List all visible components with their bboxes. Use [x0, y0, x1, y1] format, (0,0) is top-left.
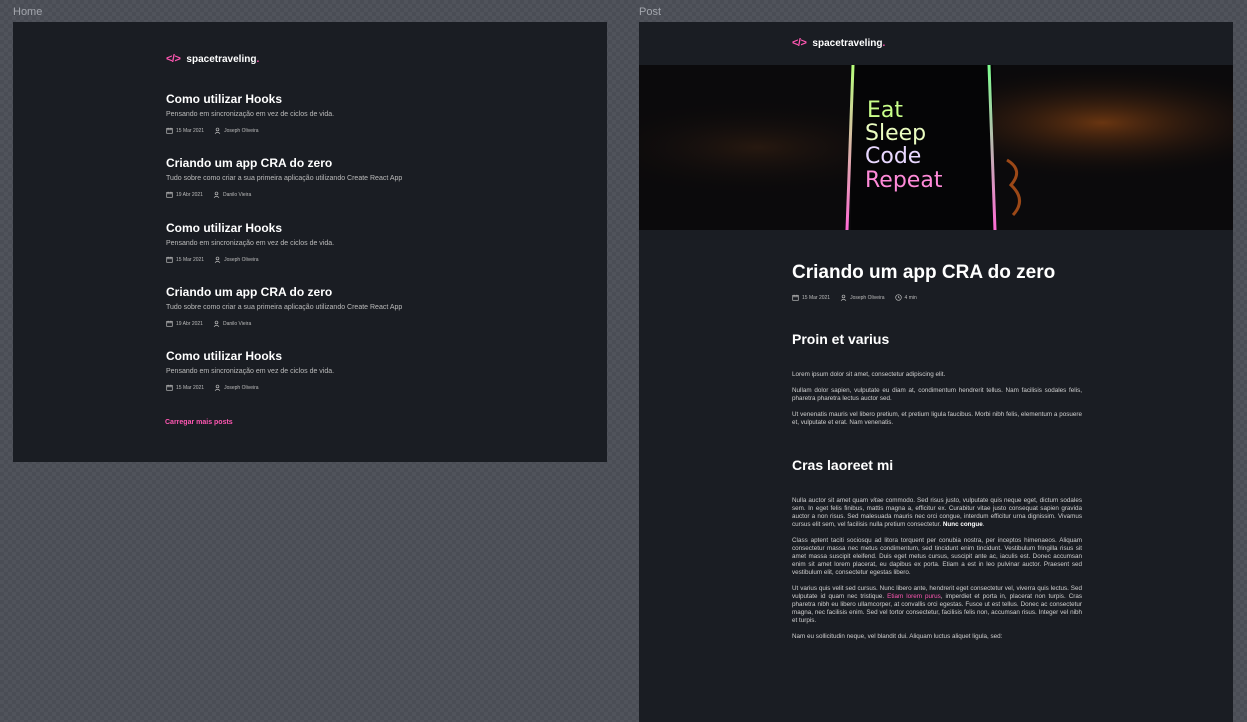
calendar-icon: [166, 384, 173, 391]
inline-link[interactable]: Etiam lorem purus: [887, 593, 941, 600]
post-reading-time: 4 min: [894, 294, 917, 301]
paragraph: Nulla auctor sit amet quam vitae commodo…: [792, 497, 1082, 528]
post-list-item[interactable]: Como utilizar Hooks Pensando em sincroniz…: [166, 221, 526, 263]
article: Criando um app CRA do zero 15 Mar 2021 J…: [792, 262, 1082, 649]
banner-illustration: Eat Sleep Code Repeat: [639, 65, 1233, 230]
post-list-item[interactable]: Como utilizar Hooks Pensando em sincroniz…: [166, 349, 526, 391]
post-item-author: Danilo Vieira: [213, 320, 251, 327]
section-heading: Cras laoreet mi: [792, 457, 894, 473]
post-item-date: 19 Abr 2021: [166, 191, 203, 198]
paragraph: Lorem ipsum dolor sit amet, consectetur …: [792, 371, 946, 378]
post-item-subtitle: Tudo sobre como criar a sua primeira apl…: [166, 175, 403, 182]
post-meta: 15 Mar 2021 Joseph Oliveira 4 min: [792, 294, 1082, 301]
post-item-title[interactable]: Como utilizar Hooks: [166, 349, 526, 363]
section-heading: Proin et varius: [792, 331, 890, 347]
post-list-item[interactable]: Criando um app CRA do zero Tudo sobre com…: [166, 156, 526, 198]
post-item-subtitle: Pensando em sincronização em vez de cicl…: [166, 111, 335, 118]
post-list-item[interactable]: Criando um app CRA do zero Tudo sobre com…: [166, 285, 526, 327]
post-item-date: 19 Abr 2021: [166, 320, 203, 327]
post-item-title[interactable]: Criando um app CRA do zero: [166, 285, 526, 299]
calendar-icon: [166, 127, 173, 134]
post-banner-image: Eat Sleep Code Repeat: [639, 65, 1233, 230]
paragraph: Ut venenatis mauris vel libero pretium, …: [792, 411, 1082, 426]
post-item-title[interactable]: Criando um app CRA do zero: [166, 156, 526, 170]
post-item-date: 15 Mar 2021: [166, 127, 204, 134]
user-icon: [213, 320, 220, 327]
post-item-meta: 15 Mar 2021 Joseph Oliveira: [166, 256, 526, 263]
post-item-author: Joseph Oliveira: [214, 256, 259, 263]
paragraph: Class aptent taciti sociosqu ad litora t…: [792, 537, 1082, 576]
load-more-button[interactable]: Carregar mais posts: [165, 419, 233, 426]
post-item-meta: 15 Mar 2021 Joseph Oliveira: [166, 384, 526, 391]
paragraph: Nam eu sollicitudin neque, vel blandit d…: [792, 633, 1003, 640]
post-item-meta: 19 Abr 2021 Danilo Vieira: [166, 320, 526, 327]
post-header: </> spacetraveling.: [639, 22, 1233, 65]
post-item-meta: 15 Mar 2021 Joseph Oliveira: [166, 127, 526, 134]
paragraph: Ut varius quis velit sed cursus. Nunc li…: [792, 585, 1082, 624]
post-item-author: Joseph Oliveira: [214, 127, 259, 134]
clock-icon: [894, 294, 902, 301]
post-item-author: Joseph Oliveira: [214, 384, 259, 391]
post-frame-label: Post: [639, 6, 662, 18]
post-item-subtitle: Pensando em sincronização em vez de cicl…: [166, 368, 335, 375]
brand-name: spacetraveling.: [812, 37, 886, 49]
post-item-title[interactable]: Como utilizar Hooks: [166, 221, 526, 235]
post-item-date: 15 Mar 2021: [166, 384, 204, 391]
code-brackets-icon: </>: [792, 37, 807, 49]
calendar-icon: [166, 320, 173, 327]
banner-text-sleep: Sleep: [865, 121, 926, 146]
post-item-date: 15 Mar 2021: [166, 256, 204, 263]
user-icon: [213, 191, 220, 198]
home-frame: </> spacetraveling. Como utilizar Hooks P…: [13, 22, 607, 462]
calendar-icon: [792, 294, 799, 301]
post-author: Joseph Oliveira: [840, 294, 885, 301]
post-date: 15 Mar 2021: [792, 294, 830, 301]
post-title: Criando um app CRA do zero: [792, 262, 1056, 283]
calendar-icon: [166, 256, 173, 263]
post-item-meta: 19 Abr 2021 Danilo Vieira: [166, 191, 526, 198]
paragraph: Nullam dolor sapien, vulputate eu diam a…: [792, 387, 1082, 402]
post-item-subtitle: Pensando em sincronização em vez de cicl…: [166, 240, 335, 247]
brand-name: spacetraveling.: [186, 53, 260, 65]
calendar-icon: [166, 191, 173, 198]
post-item-title[interactable]: Como utilizar Hooks: [166, 92, 526, 106]
home-frame-label: Home: [13, 6, 43, 18]
banner-text-code: Code: [865, 144, 921, 169]
user-icon: [214, 384, 221, 391]
post-frame: </> spacetraveling. Eat Sleep Code Repea…: [639, 22, 1233, 722]
logo[interactable]: </> spacetraveling.: [166, 53, 259, 65]
code-brackets-icon: </>: [166, 53, 181, 65]
user-icon: [214, 256, 221, 263]
banner-text-repeat: Repeat: [865, 168, 943, 193]
post-item-subtitle: Tudo sobre como criar a sua primeira apl…: [166, 304, 403, 311]
banner-text-eat: Eat: [867, 98, 903, 123]
user-icon: [840, 294, 847, 301]
logo[interactable]: </> spacetraveling.: [792, 37, 885, 49]
user-icon: [214, 127, 221, 134]
post-list-item[interactable]: Como utilizar Hooks Pensando em sincroniz…: [166, 92, 526, 134]
post-item-author: Danilo Vieira: [213, 191, 251, 198]
